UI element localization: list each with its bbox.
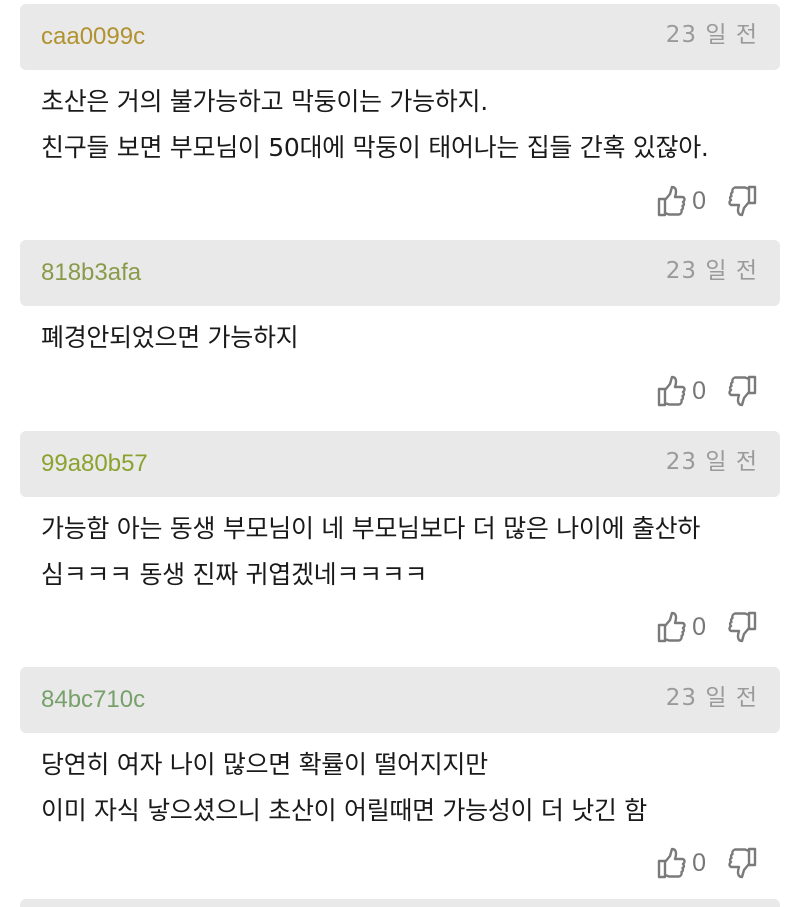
thumbs-down-icon[interactable] xyxy=(728,374,758,408)
comment-author[interactable]: 99a80b57 xyxy=(41,431,148,497)
like-count: 0 xyxy=(692,612,706,641)
vote-controls: 0 xyxy=(656,843,758,883)
comment-author[interactable]: 84bc710c xyxy=(41,667,145,733)
comment-text-line: 폐경안되었으면 가능하지 xyxy=(41,323,299,352)
comment-text-line: 심ㅋㅋㅋ 동생 진짜 귀엽겠네ㅋㅋㅋㅋ xyxy=(41,560,428,589)
comment-header: 99a80b57 23 일 전 xyxy=(20,431,780,497)
thumbs-up-icon[interactable] xyxy=(656,610,686,644)
comment-date: 23 일 전 xyxy=(665,258,758,284)
comment-date: 23 일 전 xyxy=(665,22,758,48)
vote-controls: 0 xyxy=(656,607,758,647)
vote-controls: 0 xyxy=(656,371,758,411)
comment-text-line: 당연히 여자 나이 많으면 확률이 떨어지지만 xyxy=(41,750,488,779)
comment-header: caa0099c 23 일 전 xyxy=(20,4,780,70)
thumbs-down-icon[interactable] xyxy=(728,610,758,644)
comment-body: 초산은 거의 불가능하고 막둥이는 가능하지. 친구들 보면 부모님이 50대에 … xyxy=(41,79,771,171)
thumbs-down-icon[interactable] xyxy=(728,846,758,880)
like-count: 0 xyxy=(692,848,706,877)
comment-body: 폐경안되었으면 가능하지 xyxy=(41,315,771,361)
comment-author[interactable]: 818b3afa xyxy=(41,240,141,306)
comment-text-line: 가능함 아는 동생 부모님이 네 부모님보다 더 많은 나이에 출산하 xyxy=(41,514,701,543)
comment-date: 23 일 전 xyxy=(665,685,758,711)
like-count: 0 xyxy=(692,376,706,405)
next-comment-header xyxy=(20,899,780,907)
comment-body: 가능함 아는 동생 부모님이 네 부모님보다 더 많은 나이에 출산하심ㅋㅋㅋ … xyxy=(41,506,771,598)
thumbs-down-icon[interactable] xyxy=(728,184,758,218)
thumbs-up-icon[interactable] xyxy=(656,184,686,218)
comment-text-line: 초산은 거의 불가능하고 막둥이는 가능하지. xyxy=(41,87,488,116)
comment-date: 23 일 전 xyxy=(665,449,758,475)
vote-controls: 0 xyxy=(656,181,758,221)
like-count: 0 xyxy=(692,186,706,215)
comment-body: 당연히 여자 나이 많으면 확률이 떨어지지만이미 자식 낳으셨으니 초산이 어… xyxy=(41,742,771,834)
thumbs-up-icon[interactable] xyxy=(656,374,686,408)
comment-header: 84bc710c 23 일 전 xyxy=(20,667,780,733)
thumbs-up-icon[interactable] xyxy=(656,846,686,880)
comment-header: 818b3afa 23 일 전 xyxy=(20,240,780,306)
comment-text-line: 이미 자식 낳으셨으니 초산이 어릴때면 가능성이 더 낫긴 함 xyxy=(41,796,647,825)
comment-author[interactable]: caa0099c xyxy=(41,4,145,70)
comment-text-line: 친구들 보면 부모님이 50대에 막둥이 태어나는 집들 간혹 있잖아. xyxy=(41,133,709,162)
